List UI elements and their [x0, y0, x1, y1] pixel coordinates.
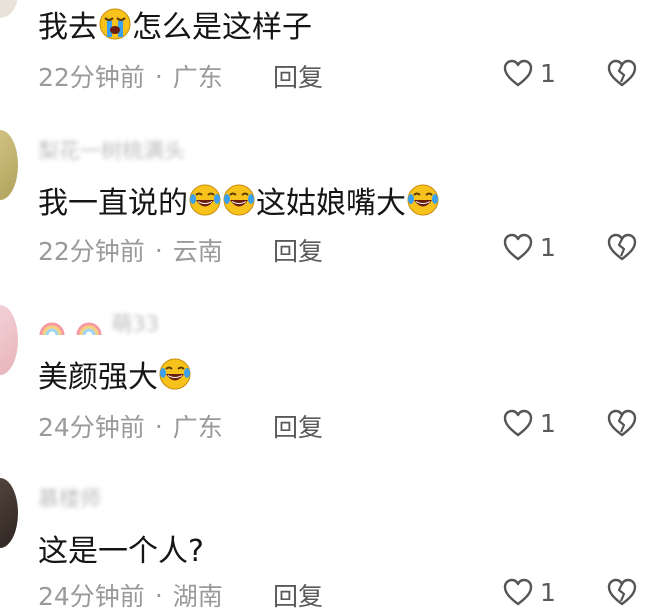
like-count: 1: [540, 58, 556, 88]
reply-button[interactable]: 回复: [273, 58, 323, 94]
timestamp: 22分钟前: [38, 63, 145, 92]
separator: ·: [154, 235, 163, 265]
reply-button[interactable]: 回复: [273, 408, 323, 444]
location: 广东: [172, 63, 223, 92]
like-button[interactable]: 1: [502, 577, 556, 607]
like-count: 1: [540, 577, 556, 607]
rainbow-icon: [38, 313, 66, 337]
tears-of-joy-emoji: [406, 183, 440, 217]
username[interactable]: 慕楼师: [38, 483, 101, 513]
comment-meta: 22分钟前 · 云南: [38, 232, 223, 268]
location: 湖南: [172, 582, 223, 611]
like-button[interactable]: 1: [502, 408, 556, 438]
comment-content: 我一直说的 这姑娘嘴大: [38, 178, 440, 222]
timestamp: 22分钟前: [38, 237, 145, 266]
like-count: 1: [540, 408, 556, 438]
crying-face-emoji: [98, 7, 132, 41]
like-button[interactable]: 1: [502, 58, 556, 88]
heart-outline-icon: [502, 408, 534, 438]
location: 云南: [172, 237, 223, 266]
reply-button[interactable]: 回复: [273, 232, 323, 268]
rainbow-icon: [75, 313, 103, 337]
heart-outline-icon: [502, 232, 534, 262]
comment-text: 我一直说的: [38, 186, 188, 221]
comment-meta: 24分钟前 · 广东: [38, 408, 223, 444]
reply-button[interactable]: 回复: [273, 577, 323, 613]
separator: ·: [154, 411, 163, 441]
broken-heart-icon[interactable]: [606, 58, 638, 88]
comment-content: 美颜强大: [38, 352, 192, 396]
comment-content: 这是一个人?: [38, 526, 204, 570]
comment-content: 我去 怎么是这样子: [38, 2, 312, 46]
comment-text: 这是一个人?: [38, 534, 204, 569]
avatar[interactable]: [0, 478, 18, 548]
comment-meta: 22分钟前 · 广东: [38, 58, 223, 94]
avatar[interactable]: [0, 305, 18, 375]
broken-heart-icon[interactable]: [606, 577, 638, 607]
like-count: 1: [540, 232, 556, 262]
username[interactable]: 梨花一树桃满头: [38, 135, 185, 165]
comment-meta: 24分钟前 · 湖南: [38, 577, 223, 613]
comment-text: 这姑娘嘴大: [256, 186, 406, 221]
separator: ·: [154, 61, 163, 91]
avatar[interactable]: [0, 0, 18, 18]
comment-text: 我去: [38, 10, 98, 45]
username[interactable]: 萌33: [38, 308, 159, 338]
comment-text: 怎么是这样子: [132, 10, 312, 45]
location: 广东: [172, 413, 223, 442]
broken-heart-icon[interactable]: [606, 232, 638, 262]
username-text: 萌33: [111, 312, 160, 336]
timestamp: 24分钟前: [38, 582, 145, 611]
broken-heart-icon[interactable]: [606, 408, 638, 438]
timestamp: 24分钟前: [38, 413, 145, 442]
like-button[interactable]: 1: [502, 232, 556, 262]
heart-outline-icon: [502, 58, 534, 88]
separator: ·: [154, 580, 163, 610]
tears-of-joy-emoji: [188, 183, 222, 217]
comment-text: 美颜强大: [38, 360, 158, 395]
heart-outline-icon: [502, 577, 534, 607]
tears-of-joy-emoji: [158, 357, 192, 391]
tears-of-joy-emoji: [222, 183, 256, 217]
avatar[interactable]: [0, 130, 18, 200]
